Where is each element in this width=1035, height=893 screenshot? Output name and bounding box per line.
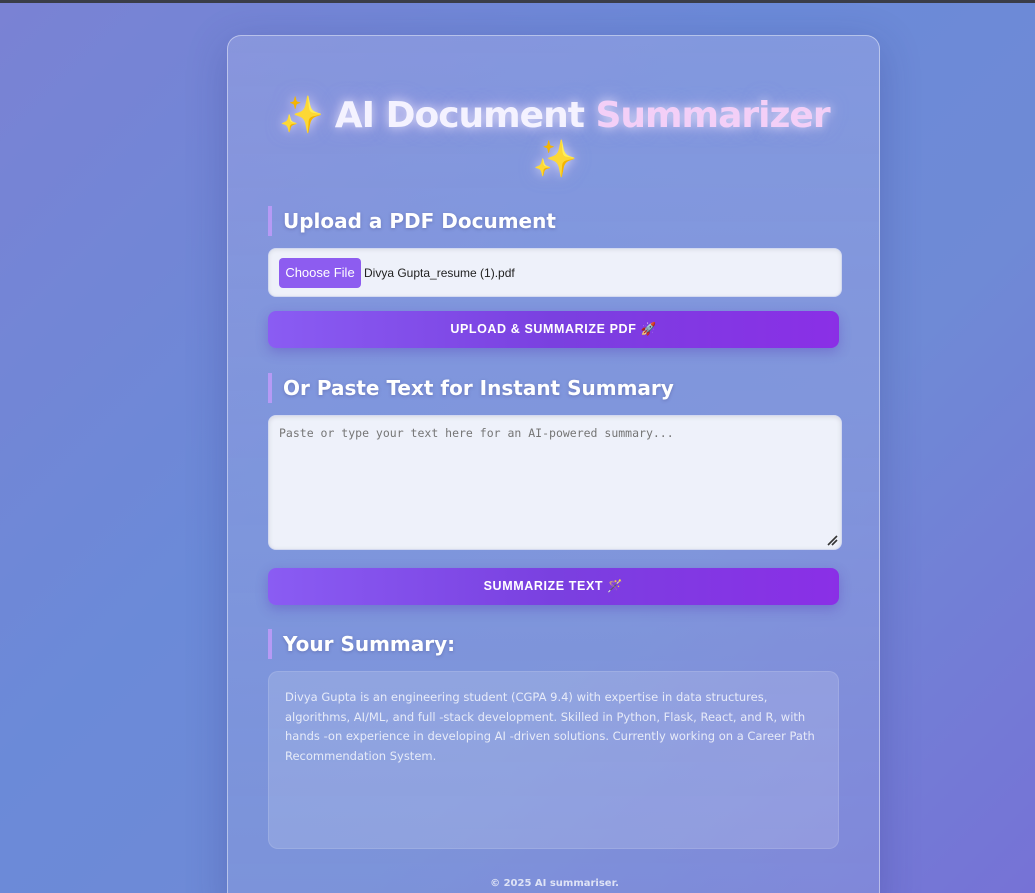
- file-input[interactable]: Choose File Divya Gupta_resume (1).pdf: [268, 248, 842, 297]
- page-title: ✨ AI Document Summarizer ✨: [228, 94, 881, 182]
- upload-section-heading: Upload a PDF Document: [268, 206, 556, 236]
- title-text-part1: AI Document: [334, 95, 585, 136]
- sparkle-icon: ✨: [279, 95, 324, 136]
- choose-file-button[interactable]: Choose File: [279, 258, 361, 288]
- paste-section-heading: Or Paste Text for Instant Summary: [268, 373, 674, 403]
- summary-output: Divya Gupta is an engineering student (C…: [268, 671, 839, 849]
- summary-heading: Your Summary:: [268, 629, 455, 659]
- footer-text: © 2025 AI summariser.: [490, 878, 619, 889]
- summarizer-card: ✨ AI Document Summarizer ✨ Upload a PDF …: [227, 35, 880, 893]
- title-text-part2: Summarizer: [595, 95, 830, 136]
- window-top-bar: [0, 0, 1035, 3]
- resize-handle-icon[interactable]: [826, 534, 838, 546]
- selected-file-name: Divya Gupta_resume (1).pdf: [364, 266, 515, 280]
- upload-summarize-button[interactable]: UPLOAD & SUMMARIZE PDF 🚀: [268, 311, 839, 348]
- summary-text: Divya Gupta is an engineering student (C…: [285, 690, 815, 763]
- sparkle-icon: ✨: [532, 139, 578, 180]
- text-input[interactable]: [268, 415, 842, 550]
- summarize-text-button[interactable]: SUMMARIZE TEXT 🪄: [268, 568, 839, 605]
